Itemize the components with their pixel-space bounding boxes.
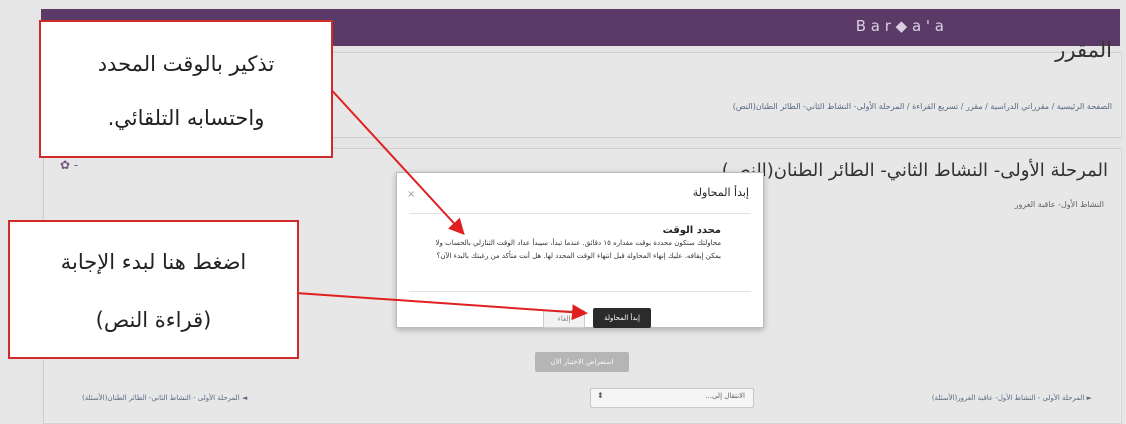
arrow-to-start-button <box>295 292 588 321</box>
timer-callout: تذكير بالوقت المحدد واحتسابه التلقائي. <box>39 20 333 158</box>
callout-text: تذكير بالوقت المحدد <box>97 52 275 76</box>
callout-text: (قراءة النص) <box>95 308 212 332</box>
callout-text: واحتسابه التلقائي. <box>107 106 265 130</box>
start-callout: اضغط هنا لبدء الإجابة (قراءة النص) <box>8 220 299 359</box>
callout-text: اضغط هنا لبدء الإجابة <box>60 250 247 274</box>
arrow-to-timer-text <box>325 83 465 235</box>
